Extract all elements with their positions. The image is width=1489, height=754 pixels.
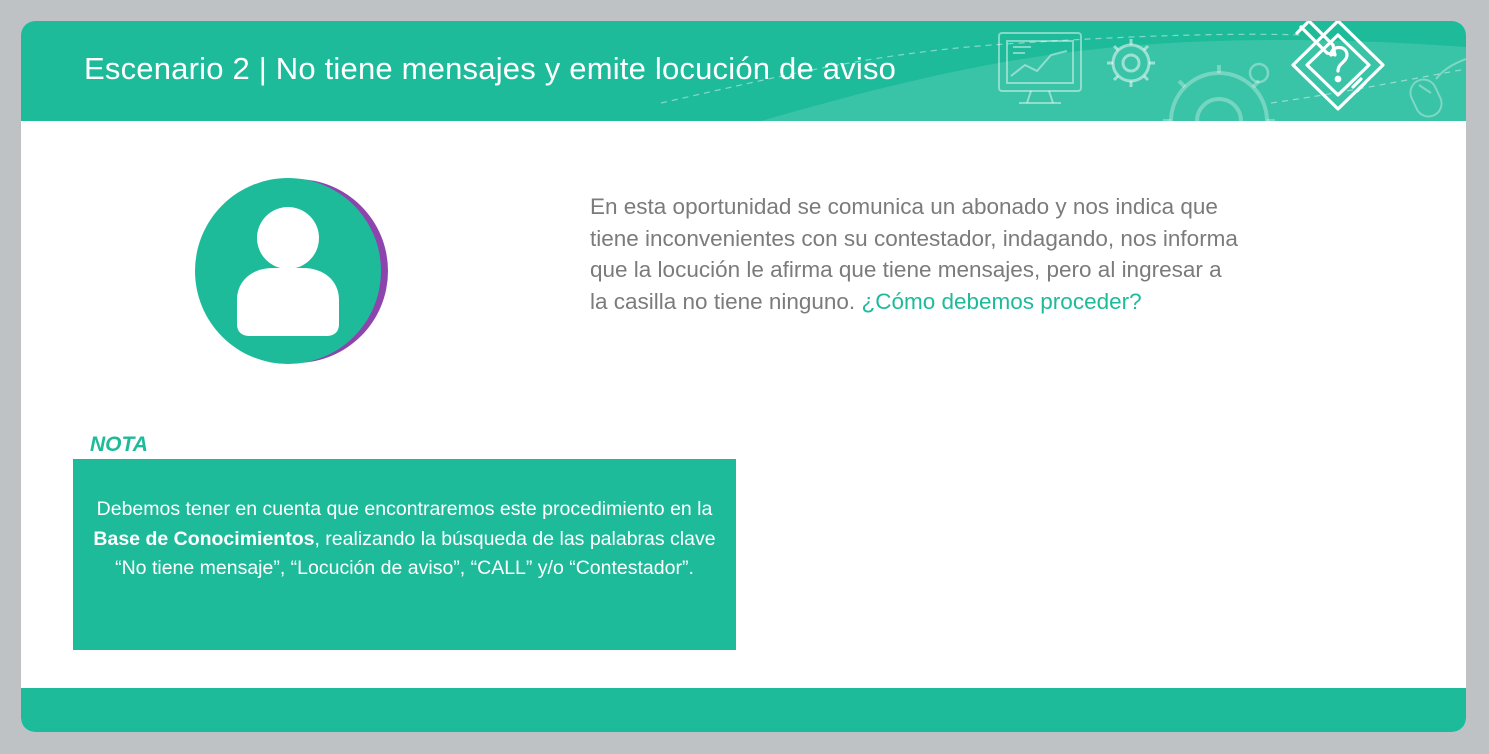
pencil-question-badge-icon bbox=[1291, 21, 1385, 111]
page-title: Escenario 2 | No tiene mensajes y emite … bbox=[84, 51, 897, 86]
scenario-question: ¿Cómo debemos proceder? bbox=[861, 288, 1142, 314]
note-box: Debemos tener en cuenta que encontraremo… bbox=[73, 459, 736, 650]
note-text: Debemos tener en cuenta que encontraremo… bbox=[81, 495, 728, 584]
scenario-description: En esta oportunidad se comunica un abona… bbox=[590, 191, 1240, 317]
note-text-bold: Base de Conocimientos bbox=[93, 527, 315, 550]
slide: Escenario 2 | No tiene mensajes y emite … bbox=[21, 21, 1466, 732]
user-avatar-icon bbox=[195, 178, 388, 364]
note-label: NOTA bbox=[90, 433, 148, 456]
footer-bar bbox=[21, 688, 1466, 732]
header-banner: Escenario 2 | No tiene mensajes y emite … bbox=[21, 21, 1466, 121]
note-text-before: Debemos tener en cuenta que encontraremo… bbox=[96, 498, 713, 520]
